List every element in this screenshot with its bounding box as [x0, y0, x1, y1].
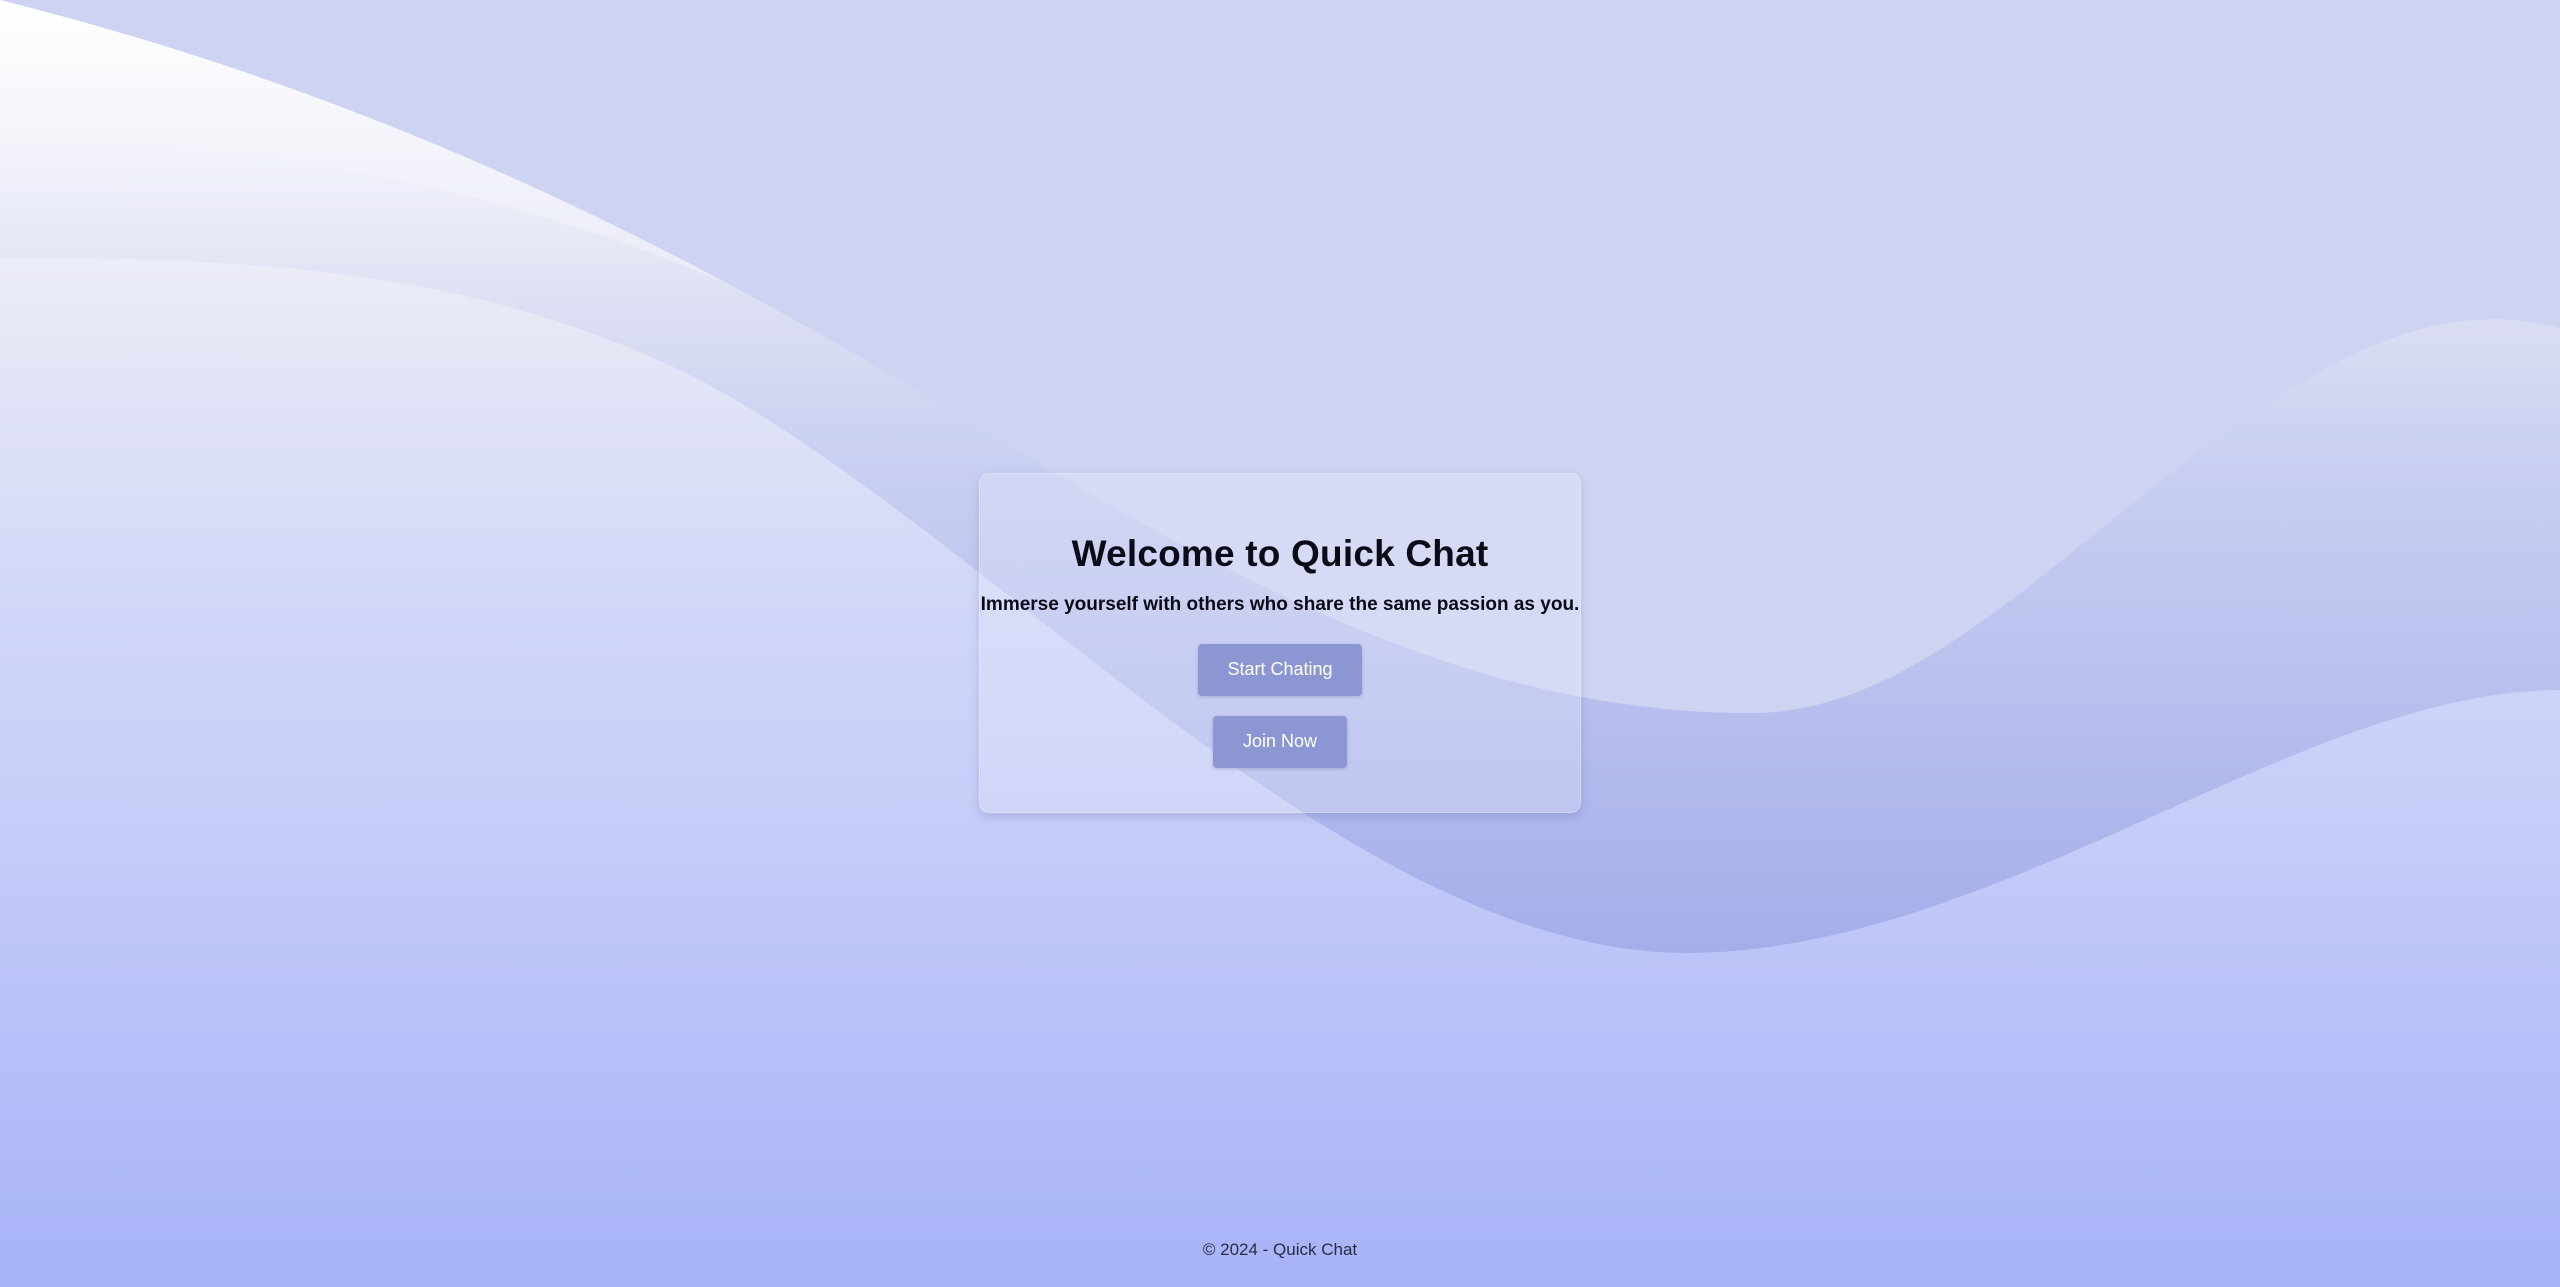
tagline: Immerse yourself with others who share t… [980, 593, 1580, 615]
footer-copyright: © 2024 - Quick Chat [1202, 1240, 1358, 1259]
join-now-button[interactable]: Join Now [1213, 715, 1347, 768]
welcome-card: Welcome to Quick Chat Immerse yourself w… [979, 473, 1581, 813]
start-chatting-button[interactable]: Start Chating [1198, 643, 1362, 696]
page-title: Welcome to Quick Chat [1071, 533, 1489, 574]
